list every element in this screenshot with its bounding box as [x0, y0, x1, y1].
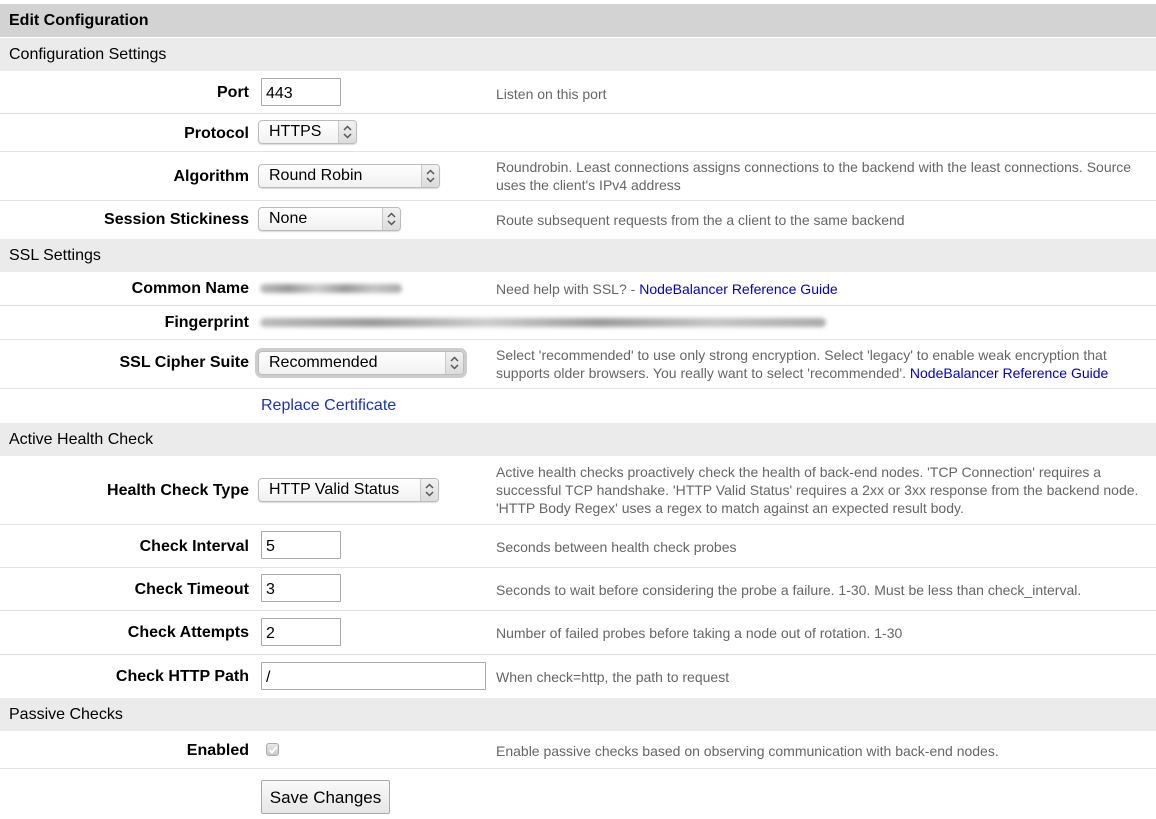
- path-label: Check HTTP Path: [115, 668, 249, 685]
- select-arrows-icon: [445, 352, 463, 374]
- cipher-label: SSL Cipher Suite: [119, 354, 249, 371]
- health-type-help: Active health checks proactively check t…: [496, 464, 1139, 516]
- algorithm-help: Roundrobin. Least connections assigns co…: [496, 159, 1132, 193]
- page-title: Edit Configuration: [9, 12, 149, 29]
- row-check-interval: Check Interval Seconds between health ch…: [0, 525, 1156, 568]
- ssl-help-text: Need help with SSL? -: [496, 281, 640, 297]
- select-arrows-icon: [421, 165, 439, 187]
- algorithm-select[interactable]: Round Robin: [258, 164, 440, 188]
- enabled-help: Enable passive checks based on observing…: [496, 743, 999, 759]
- section-passive-checks: Passive Checks: [0, 698, 1156, 731]
- stickiness-value: None: [269, 210, 308, 227]
- section-configuration-settings: Configuration Settings: [0, 38, 1156, 71]
- row-fingerprint: Fingerprint: [0, 306, 1156, 340]
- health-type-select[interactable]: HTTP Valid Status: [258, 478, 439, 502]
- path-input[interactable]: [261, 662, 486, 690]
- fingerprint-label: Fingerprint: [164, 314, 249, 331]
- enabled-label: Enabled: [186, 742, 249, 759]
- health-type-value: HTTP Valid Status: [269, 481, 400, 498]
- select-arrows-icon: [338, 121, 356, 143]
- edit-configuration-form: Edit Configuration Configuration Setting…: [0, 0, 1156, 819]
- row-session-stickiness: Session Stickiness None Route subsequent…: [0, 201, 1156, 238]
- interval-label: Check Interval: [139, 538, 249, 555]
- attempts-label: Check Attempts: [127, 624, 249, 641]
- interval-help: Seconds between health check probes: [496, 539, 737, 555]
- timeout-help: Seconds to wait before considering the p…: [496, 582, 1082, 598]
- select-arrows-icon: [420, 479, 438, 501]
- section-active-health-check: Active Health Check: [0, 423, 1156, 456]
- health-type-label: Health Check Type: [107, 482, 249, 499]
- attempts-help: Number of failed probes before taking a …: [496, 625, 903, 641]
- title-bar: Edit Configuration: [0, 4, 1156, 37]
- replace-certificate-link[interactable]: Replace Certificate: [261, 397, 396, 415]
- protocol-select[interactable]: HTTPS: [258, 120, 357, 144]
- reference-guide-link[interactable]: NodeBalancer Reference Guide: [639, 281, 837, 297]
- fingerprint-redacted: [260, 318, 826, 327]
- algorithm-label: Algorithm: [173, 168, 249, 185]
- select-arrows-icon: [382, 208, 400, 230]
- row-check-attempts: Check Attempts Number of failed probes b…: [0, 611, 1156, 655]
- row-replace-certificate: Replace Certificate: [0, 389, 1156, 422]
- row-port: Port Listen on this port: [0, 72, 1156, 114]
- port-label: Port: [217, 84, 249, 101]
- stickiness-select[interactable]: None: [258, 207, 401, 231]
- row-protocol: Protocol HTTPS: [0, 114, 1156, 152]
- timeout-label: Check Timeout: [134, 581, 249, 598]
- row-enabled: Enabled Enable passive checks based on o…: [0, 732, 1156, 769]
- cipher-select[interactable]: Recommended: [258, 351, 464, 375]
- path-help: When check=http, the path to request: [496, 669, 730, 685]
- common-name-label: Common Name: [131, 280, 249, 297]
- stickiness-label: Session Stickiness: [104, 211, 249, 228]
- row-ssl-cipher-suite: SSL Cipher Suite Recommended Select 'rec…: [0, 340, 1156, 389]
- cipher-help: Select 'recommended' to use only strong …: [496, 346, 1151, 382]
- cipher-value: Recommended: [269, 354, 378, 371]
- row-health-check-type: Health Check Type HTTP Valid Status Acti…: [0, 457, 1156, 525]
- interval-input[interactable]: [261, 531, 341, 559]
- attempts-input[interactable]: [261, 618, 341, 646]
- section-ssl-settings: SSL Settings: [0, 239, 1156, 272]
- common-name-redacted: [260, 284, 402, 293]
- row-check-timeout: Check Timeout Seconds to wait before con…: [0, 568, 1156, 611]
- section-title: Passive Checks: [9, 706, 123, 723]
- enabled-checkbox[interactable]: [266, 743, 279, 756]
- checkmark-icon: [268, 746, 278, 754]
- protocol-value: HTTPS: [269, 123, 322, 140]
- row-common-name: Common Name Need help with SSL? - NodeBa…: [0, 272, 1156, 306]
- stickiness-help: Route subsequent requests from the a cli…: [496, 212, 905, 228]
- protocol-label: Protocol: [184, 125, 249, 142]
- row-check-http-path: Check HTTP Path When check=http, the pat…: [0, 655, 1156, 698]
- port-input[interactable]: [261, 78, 341, 106]
- port-help: Listen on this port: [496, 86, 607, 102]
- save-changes-button[interactable]: Save Changes: [261, 780, 390, 814]
- cipher-reference-guide-link[interactable]: NodeBalancer Reference Guide: [910, 365, 1108, 381]
- timeout-input[interactable]: [261, 574, 341, 602]
- row-algorithm: Algorithm Round Robin Roundrobin. Least …: [0, 152, 1156, 201]
- section-title: SSL Settings: [9, 247, 101, 264]
- algorithm-value: Round Robin: [269, 167, 363, 184]
- section-title: Configuration Settings: [9, 46, 167, 63]
- section-title: Active Health Check: [9, 431, 154, 448]
- ssl-help: Need help with SSL? - NodeBalancer Refer…: [496, 280, 1151, 298]
